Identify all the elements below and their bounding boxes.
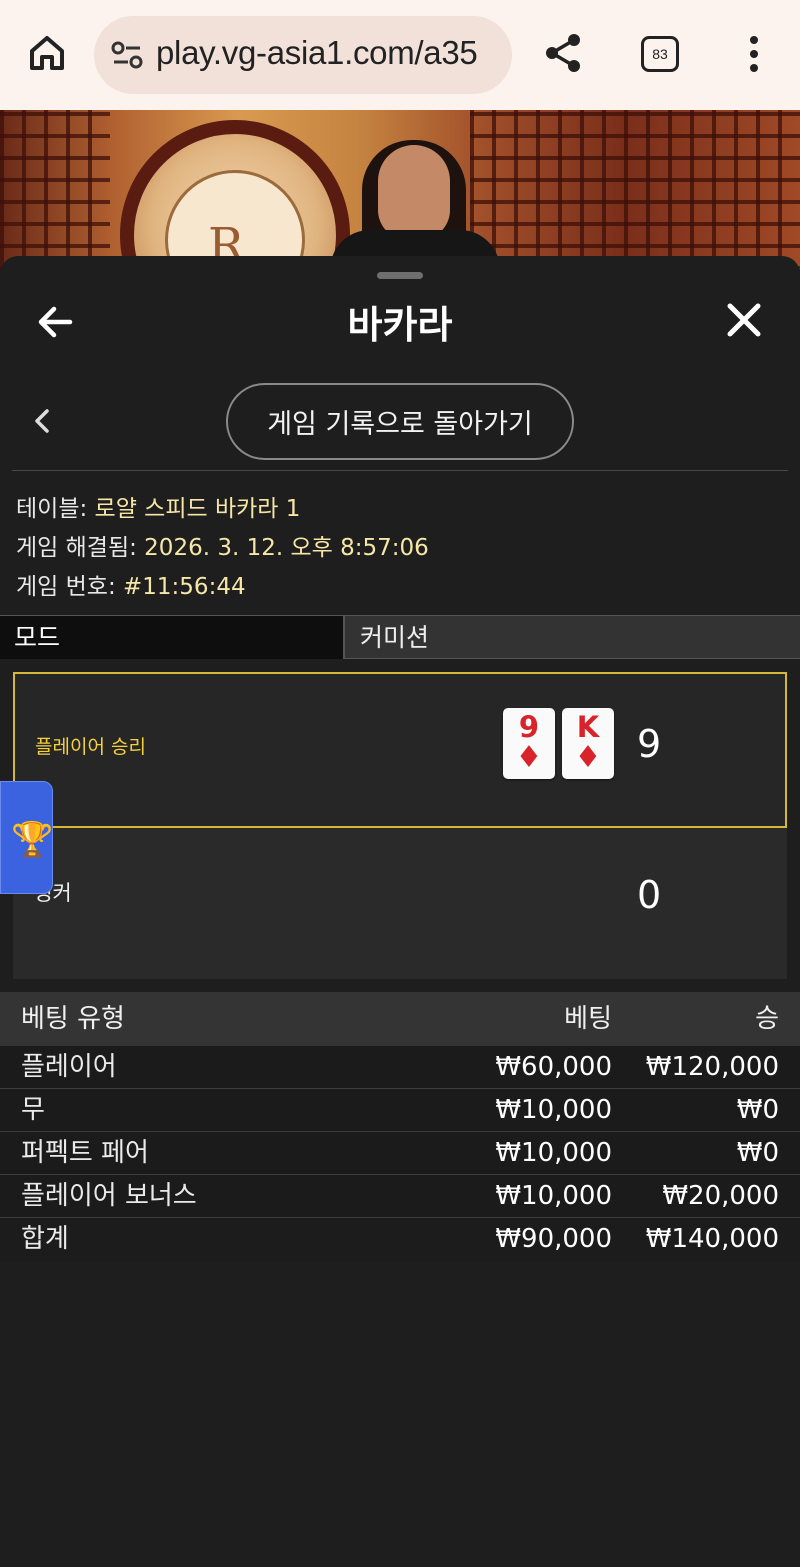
bet-amount: ₩10,000 [495,1181,612,1211]
tab-switcher-icon[interactable]: 83 [641,36,679,72]
drag-handle[interactable] [377,272,423,279]
total-label: 합계 [21,1224,69,1254]
player-score: 9 [637,722,662,766]
mode-value: 커미션 [360,623,430,652]
win-amount: ₩120,000 [645,1052,779,1082]
resolved-info: 게임 해결됨: 2026. 3. 12. 오후 8:57:06 [16,528,429,562]
diamond-suit-icon: ♦ [574,740,602,775]
game-number-info: 게임 번호: #11:56:44 [16,567,246,601]
table-value: 로얄 스피드 바카라 1 [94,496,301,522]
table-row: 무 ₩10,000 ₩0 [0,1089,800,1132]
column-header-win: 승 [755,1004,779,1034]
divider [12,470,788,471]
table-row: 플레이어 ₩60,000 ₩120,000 [0,1046,800,1089]
tab-count: 83 [652,46,668,62]
resolved-label: 게임 해결됨: [16,535,145,561]
trophy-icon: 🏆 [11,820,54,860]
bet-type: 플레이어 [21,1052,117,1082]
column-header-type: 베팅 유형 [21,1004,125,1034]
close-icon[interactable] [724,300,764,340]
player-result-label: 플레이어 승리 [35,736,146,758]
lattice-decoration-left [0,110,110,270]
table-info: 테이블: 로얄 스피드 바카라 1 [16,489,300,523]
diamond-suit-icon: ♦ [515,740,543,775]
site-settings-icon[interactable] [110,40,144,70]
game-detail-sheet: 바카라 게임 기록으로 돌아가기 테이블: 로얄 스피드 바카라 1 게임 해결… [0,256,800,1567]
game-number-label: 게임 번호: [16,574,124,600]
bet-amount: ₩10,000 [495,1095,612,1125]
total-bet: ₩90,000 [495,1224,612,1254]
table-label: 테이블: [16,496,95,522]
total-row: 합계 ₩90,000 ₩140,000 [0,1218,800,1261]
bet-amount: ₩10,000 [495,1138,612,1168]
panel-title: 바카라 [347,303,453,347]
win-amount: ₩0 [736,1095,779,1125]
hand-result: 플레이어 승리 9 ♦ K ♦ 9 뱅커 2 ♠ 8 ♦ 0 [13,672,787,1189]
address-bar[interactable]: play.vg-asia1.com/a35 [94,16,512,94]
bet-type: 플레이어 보너스 [21,1181,197,1211]
browser-toolbar: play.vg-asia1.com/a35 83 [0,0,800,110]
chevron-left-icon[interactable] [28,406,58,436]
mode-row: 모드 커미션 [0,615,800,659]
bet-type: 무 [21,1095,45,1125]
win-amount: ₩0 [736,1138,779,1168]
leaderboard-tab[interactable]: 🏆 [0,781,53,894]
more-vert-icon[interactable] [744,34,764,74]
dealer-face [378,145,450,240]
bet-type: 퍼펙트 페어 [21,1138,149,1168]
url-text[interactable]: play.vg-asia1.com/a35 [156,34,478,72]
player-card-1: 9 ♦ [503,708,555,779]
table-row: 퍼펙트 페어 ₩10,000 ₩0 [0,1132,800,1175]
resolved-value: 2026. 3. 12. 오후 8:57:06 [144,535,429,561]
game-number-value: #11:56:44 [123,574,246,600]
live-video-feed: R [0,110,800,270]
table-row: 플레이어 보너스 ₩10,000 ₩20,000 [0,1175,800,1218]
mode-label: 모드 [0,616,345,659]
banker-score: 0 [637,873,662,917]
win-amount: ₩20,000 [662,1181,779,1211]
table-header: 베팅 유형 베팅 승 [0,992,800,1046]
card-rank: K [576,710,600,744]
card-rank: 9 [518,710,540,744]
back-to-history-button[interactable]: 게임 기록으로 돌아가기 [226,383,574,460]
player-hand-row: 플레이어 승리 9 ♦ K ♦ 9 [13,672,787,828]
player-card-2: K ♦ [562,708,614,779]
share-icon[interactable] [542,32,584,74]
column-header-bet: 베팅 [564,1004,612,1034]
bet-amount: ₩60,000 [495,1052,612,1082]
total-win: ₩140,000 [645,1224,779,1254]
home-icon[interactable] [24,30,70,76]
bets-table: 베팅 유형 베팅 승 플레이어 ₩60,000 ₩120,000 무 ₩10,0… [0,992,800,1261]
lattice-decoration-right [470,110,800,270]
